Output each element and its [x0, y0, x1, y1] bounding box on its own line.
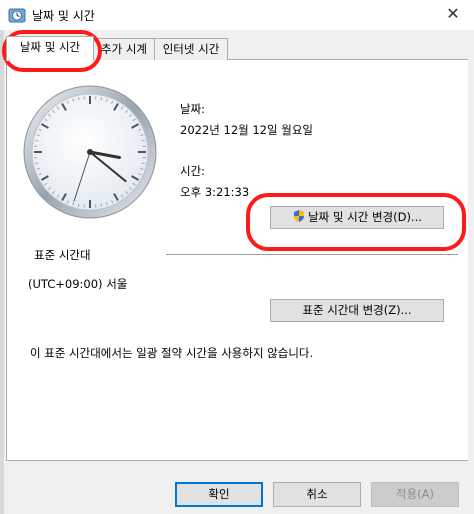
tab-label: 인터넷 시간 [162, 42, 220, 56]
cancel-label: 취소 [306, 487, 328, 501]
section-divider [166, 254, 458, 255]
change-timezone-label: 표준 시간대 변경(Z)... [302, 303, 412, 317]
close-icon: ✕ [446, 4, 460, 23]
clock-minute-tick [100, 97, 103, 101]
tab-date-time[interactable]: 날짜 및 시간 [6, 36, 94, 61]
timezone-value: (UTC+09:00) 서울 [28, 277, 128, 291]
change-datetime-button[interactable]: 날짜 및 시간 변경(D)... [270, 206, 444, 229]
window-title: 날짜 및 시간 [32, 9, 95, 23]
cancel-button[interactable]: 취소 [273, 482, 361, 507]
clock-minute-tick [77, 203, 80, 207]
apply-button[interactable]: 적용(A) [371, 482, 459, 507]
clock-minute-tick [141, 162, 145, 165]
time-value: 오후 3:21:33 [180, 185, 250, 199]
clock-minute-tick [141, 139, 145, 142]
clock-minute-tick [35, 162, 39, 165]
timezone-section-label: 표준 시간대 [34, 248, 91, 262]
ok-button[interactable]: 확인 [175, 482, 263, 507]
window-right-edge [468, 59, 474, 514]
analog-clock [23, 85, 157, 219]
ok-label: 확인 [208, 487, 230, 501]
uac-shield-icon [294, 210, 305, 222]
clock-minute-tick [100, 203, 103, 207]
close-button[interactable]: ✕ [432, 0, 474, 30]
time-label: 시간: [180, 164, 206, 178]
clock-minute-tick [35, 139, 39, 142]
dst-note: 이 표준 시간대에서는 일광 절약 시간을 사용하지 않습니다. [30, 346, 314, 360]
apply-label: 적용(A) [396, 487, 434, 501]
tab-label: 추가 시계 [101, 42, 147, 56]
clock-minute-tick [77, 97, 80, 101]
change-timezone-button[interactable]: 표준 시간대 변경(Z)... [270, 299, 444, 322]
change-datetime-label: 날짜 및 시간 변경(D)... [308, 210, 422, 224]
date-value: 2022년 12월 12일 월요일 [180, 123, 313, 137]
clock-app-icon [8, 8, 26, 23]
tab-label: 날짜 및 시간 [19, 40, 81, 54]
tab-additional-clocks[interactable]: 추가 시계 [92, 38, 156, 60]
left-window-edge [0, 0, 4, 514]
date-label: 날짜: [180, 102, 206, 116]
tab-internet-time[interactable]: 인터넷 시간 [154, 38, 228, 60]
title-bar: 날짜 및 시간 ✕ [0, 0, 474, 30]
